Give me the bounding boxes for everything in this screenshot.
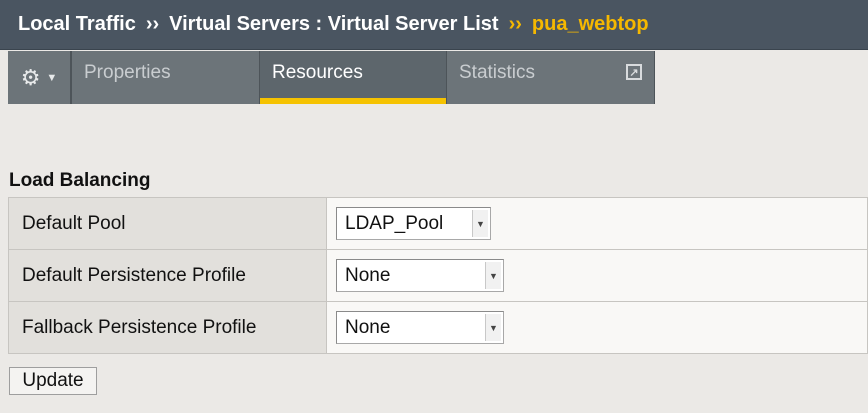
fallback-persistence-label: Fallback Persistence Profile [8, 301, 327, 354]
breadcrumb-separator: ›› [508, 13, 522, 35]
select-value: None [345, 316, 391, 338]
chevron-down-icon: ▼ [485, 262, 501, 289]
breadcrumb-current: pua_webtop [531, 13, 649, 35]
chevron-down-icon: ▼ [46, 71, 58, 84]
default-pool-select[interactable]: LDAP_Pool ▼ [336, 207, 491, 240]
breadcrumb: Local Traffic ›› Virtual Servers : Virtu… [0, 0, 868, 50]
tab-label: Statistics [459, 62, 536, 83]
tab-resources[interactable]: Resources [260, 51, 447, 104]
tab-label: Properties [84, 62, 171, 83]
tab-properties[interactable]: Properties [72, 51, 260, 104]
tab-label: Resources [272, 62, 363, 83]
chevron-down-icon: ▼ [485, 314, 501, 341]
fallback-persistence-select[interactable]: None ▼ [336, 311, 504, 344]
select-value: LDAP_Pool [345, 212, 444, 234]
select-value: None [345, 264, 391, 286]
section-title: Load Balancing [9, 170, 151, 191]
default-persistence-select[interactable]: None ▼ [336, 259, 504, 292]
table-row: Default Pool LDAP_Pool ▼ [8, 197, 868, 250]
table-row: Fallback Persistence Profile None ▼ [8, 301, 868, 354]
breadcrumb-virtual-server-list[interactable]: Virtual Servers : Virtual Server List [169, 13, 498, 36]
gear-icon: ⚙ [20, 64, 41, 90]
breadcrumb-local-traffic[interactable]: Local Traffic [18, 13, 136, 36]
table-row: Default Persistence Profile None ▼ [8, 249, 868, 302]
default-pool-label: Default Pool [8, 197, 327, 250]
load-balancing-table: Default Pool LDAP_Pool ▼ Default Persist… [8, 197, 868, 354]
external-link-icon[interactable]: ↗ [626, 64, 642, 80]
update-button[interactable]: Update [9, 367, 97, 395]
breadcrumb-separator: ›› [145, 13, 160, 35]
tab-bar: ⚙ ▼ Properties Resources Statistics ↗ [8, 51, 655, 104]
tab-statistics[interactable]: Statistics ↗ [447, 51, 655, 104]
settings-menu-button[interactable]: ⚙ ▼ [8, 51, 72, 104]
chevron-down-icon: ▼ [472, 210, 488, 237]
default-persistence-label: Default Persistence Profile [8, 249, 327, 302]
